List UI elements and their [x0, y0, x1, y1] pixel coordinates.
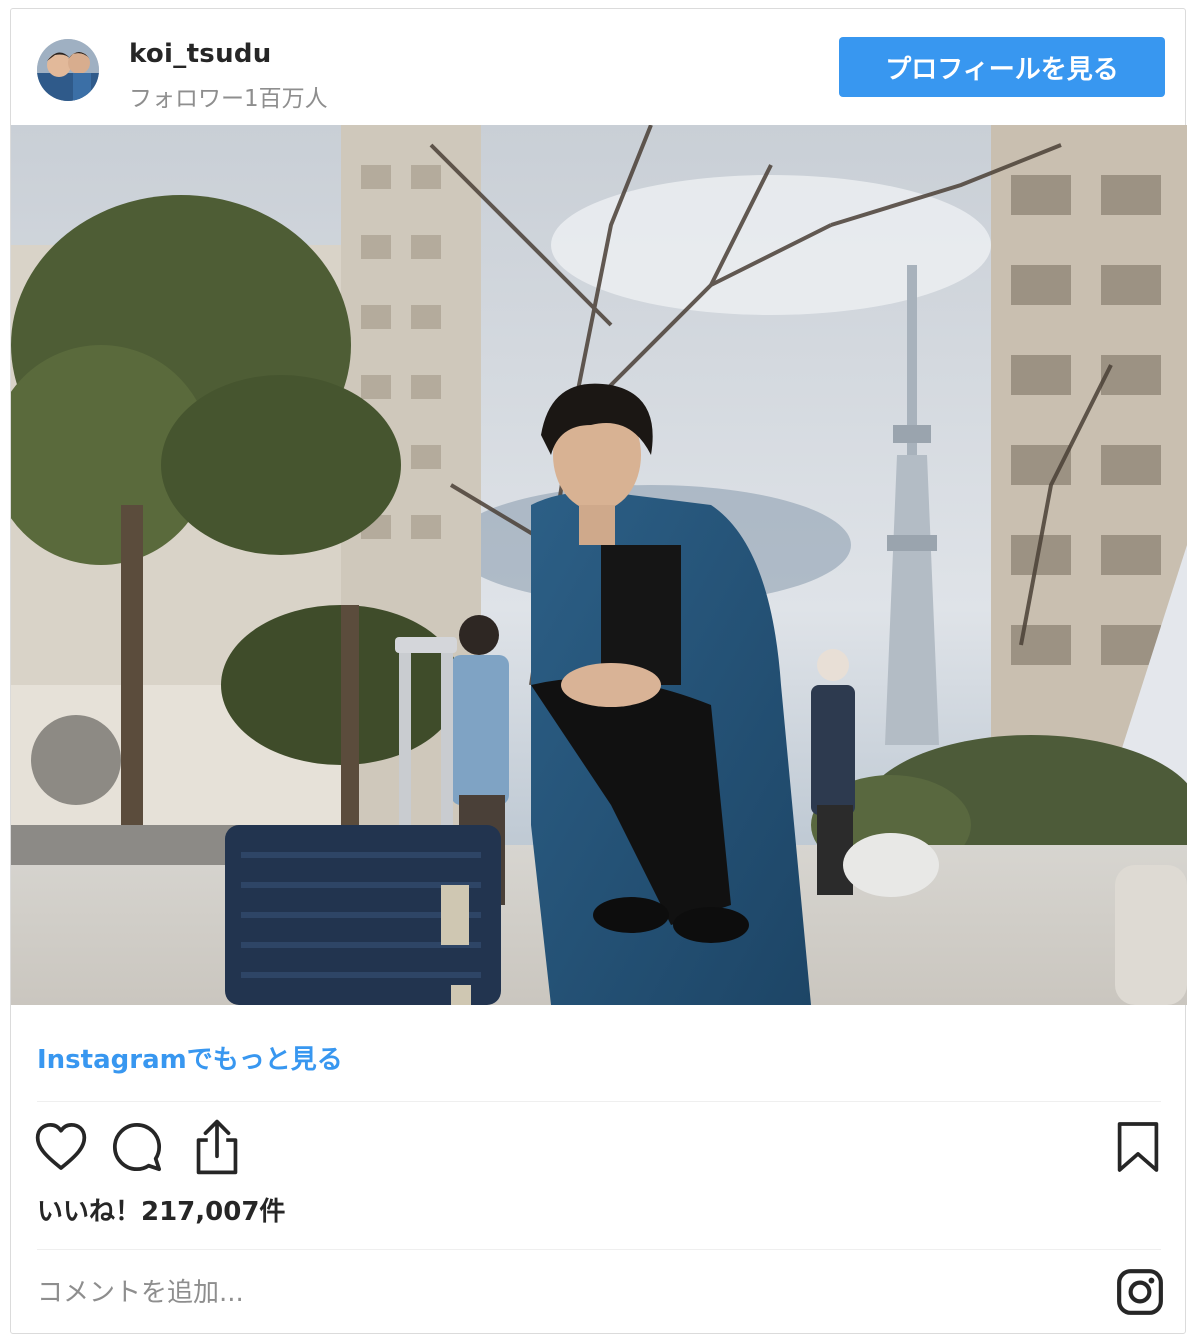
divider	[37, 1101, 1161, 1102]
like-count: いいね！217,007件	[37, 1197, 286, 1227]
more-on-instagram-link[interactable]: Instagramでもっと見る	[37, 1039, 343, 1076]
post-photo-image	[11, 125, 1187, 1005]
divider	[37, 1249, 1161, 1250]
username[interactable]: koi_tsudu	[129, 39, 272, 69]
post-header: koi_tsudu フォロワー1百万人 プロフィールを見る	[11, 9, 1185, 125]
heart-icon[interactable]	[33, 1119, 89, 1175]
instagram-embed-card: koi_tsudu フォロワー1百万人 プロフィールを見る Instagramで…	[10, 8, 1187, 1334]
follower-count: フォロワー1百万人	[129, 86, 328, 112]
avatar[interactable]	[37, 39, 99, 101]
comment-icon[interactable]	[109, 1119, 165, 1175]
post-photo[interactable]	[11, 125, 1187, 1005]
comment-input[interactable]	[31, 1263, 1091, 1323]
bookmark-icon[interactable]	[1115, 1119, 1161, 1175]
instagram-logo-icon[interactable]	[1115, 1267, 1165, 1317]
share-icon[interactable]	[189, 1117, 245, 1177]
view-profile-button[interactable]: プロフィールを見る	[839, 37, 1165, 97]
